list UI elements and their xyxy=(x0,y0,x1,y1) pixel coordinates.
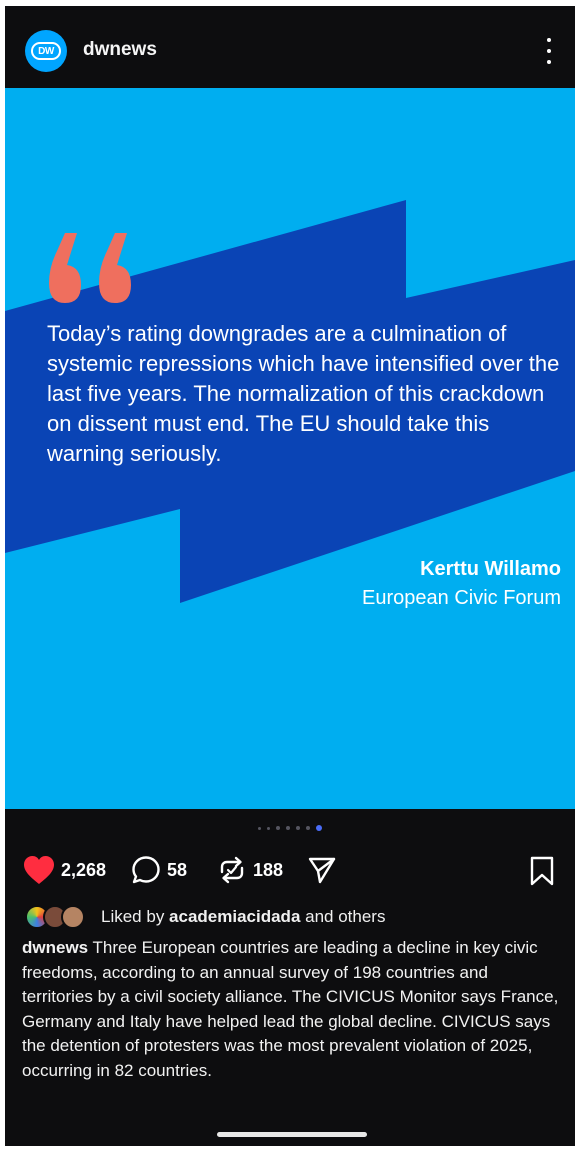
carousel-indicator xyxy=(5,825,575,831)
post-header: DW dwnews xyxy=(5,6,575,88)
repost-action[interactable]: 188 xyxy=(217,854,283,886)
liked-by-suffix: and others xyxy=(300,907,386,926)
bookmark-icon[interactable] xyxy=(529,856,555,886)
liked-by-prefix: Liked by xyxy=(101,907,170,926)
carousel-dot xyxy=(286,826,290,830)
comment-icon[interactable] xyxy=(131,855,161,885)
repost-count[interactable]: 188 xyxy=(253,860,283,881)
carousel-dot xyxy=(267,826,270,830)
quote-attribution: Kerttu Willamo European Civic Forum xyxy=(362,555,561,613)
more-vertical-icon[interactable] xyxy=(545,38,553,64)
carousel-dot xyxy=(296,826,300,830)
repost-icon[interactable] xyxy=(217,855,247,885)
caption-text: Three European countries are leading a d… xyxy=(22,938,559,1080)
quote-mark-icon xyxy=(49,233,131,303)
carousel-dot xyxy=(258,826,261,830)
comment-count[interactable]: 58 xyxy=(167,860,187,881)
profile-username[interactable]: dwnews xyxy=(83,39,157,61)
share-icon[interactable] xyxy=(307,855,337,885)
bookmark-action[interactable] xyxy=(529,856,555,891)
avatar xyxy=(61,905,85,929)
post-caption: dwnews Three European countries are lead… xyxy=(22,936,562,1083)
author-name: Kerttu Willamo xyxy=(420,558,561,580)
carousel-dot xyxy=(306,826,310,830)
action-bar: 2,268 58 188 xyxy=(5,848,575,892)
share-action[interactable] xyxy=(307,854,337,886)
author-organization: European Civic Forum xyxy=(362,587,561,609)
post-image[interactable]: Today’s rating downgrades are a culminat… xyxy=(5,88,575,809)
dw-logo-icon: DW xyxy=(31,42,61,60)
carousel-dot-active xyxy=(316,825,322,831)
carousel-dot xyxy=(276,826,280,830)
comment-action[interactable]: 58 xyxy=(131,854,187,886)
liked-by-line[interactable]: Liked by academiacidada and others xyxy=(25,904,385,930)
liked-by-user[interactable]: academiacidada xyxy=(169,907,300,927)
profile-avatar[interactable]: DW xyxy=(25,30,67,72)
like-count[interactable]: 2,268 xyxy=(61,860,106,881)
instagram-post-screen: DW dwnews Today’s rating downgrades are … xyxy=(5,6,575,1146)
quote-text: Today’s rating downgrades are a culminat… xyxy=(47,321,560,466)
heart-icon[interactable] xyxy=(23,855,55,885)
home-indicator[interactable] xyxy=(217,1132,367,1137)
liker-avatars xyxy=(25,904,91,930)
like-action[interactable]: 2,268 xyxy=(23,854,106,886)
caption-username[interactable]: dwnews xyxy=(22,938,88,957)
